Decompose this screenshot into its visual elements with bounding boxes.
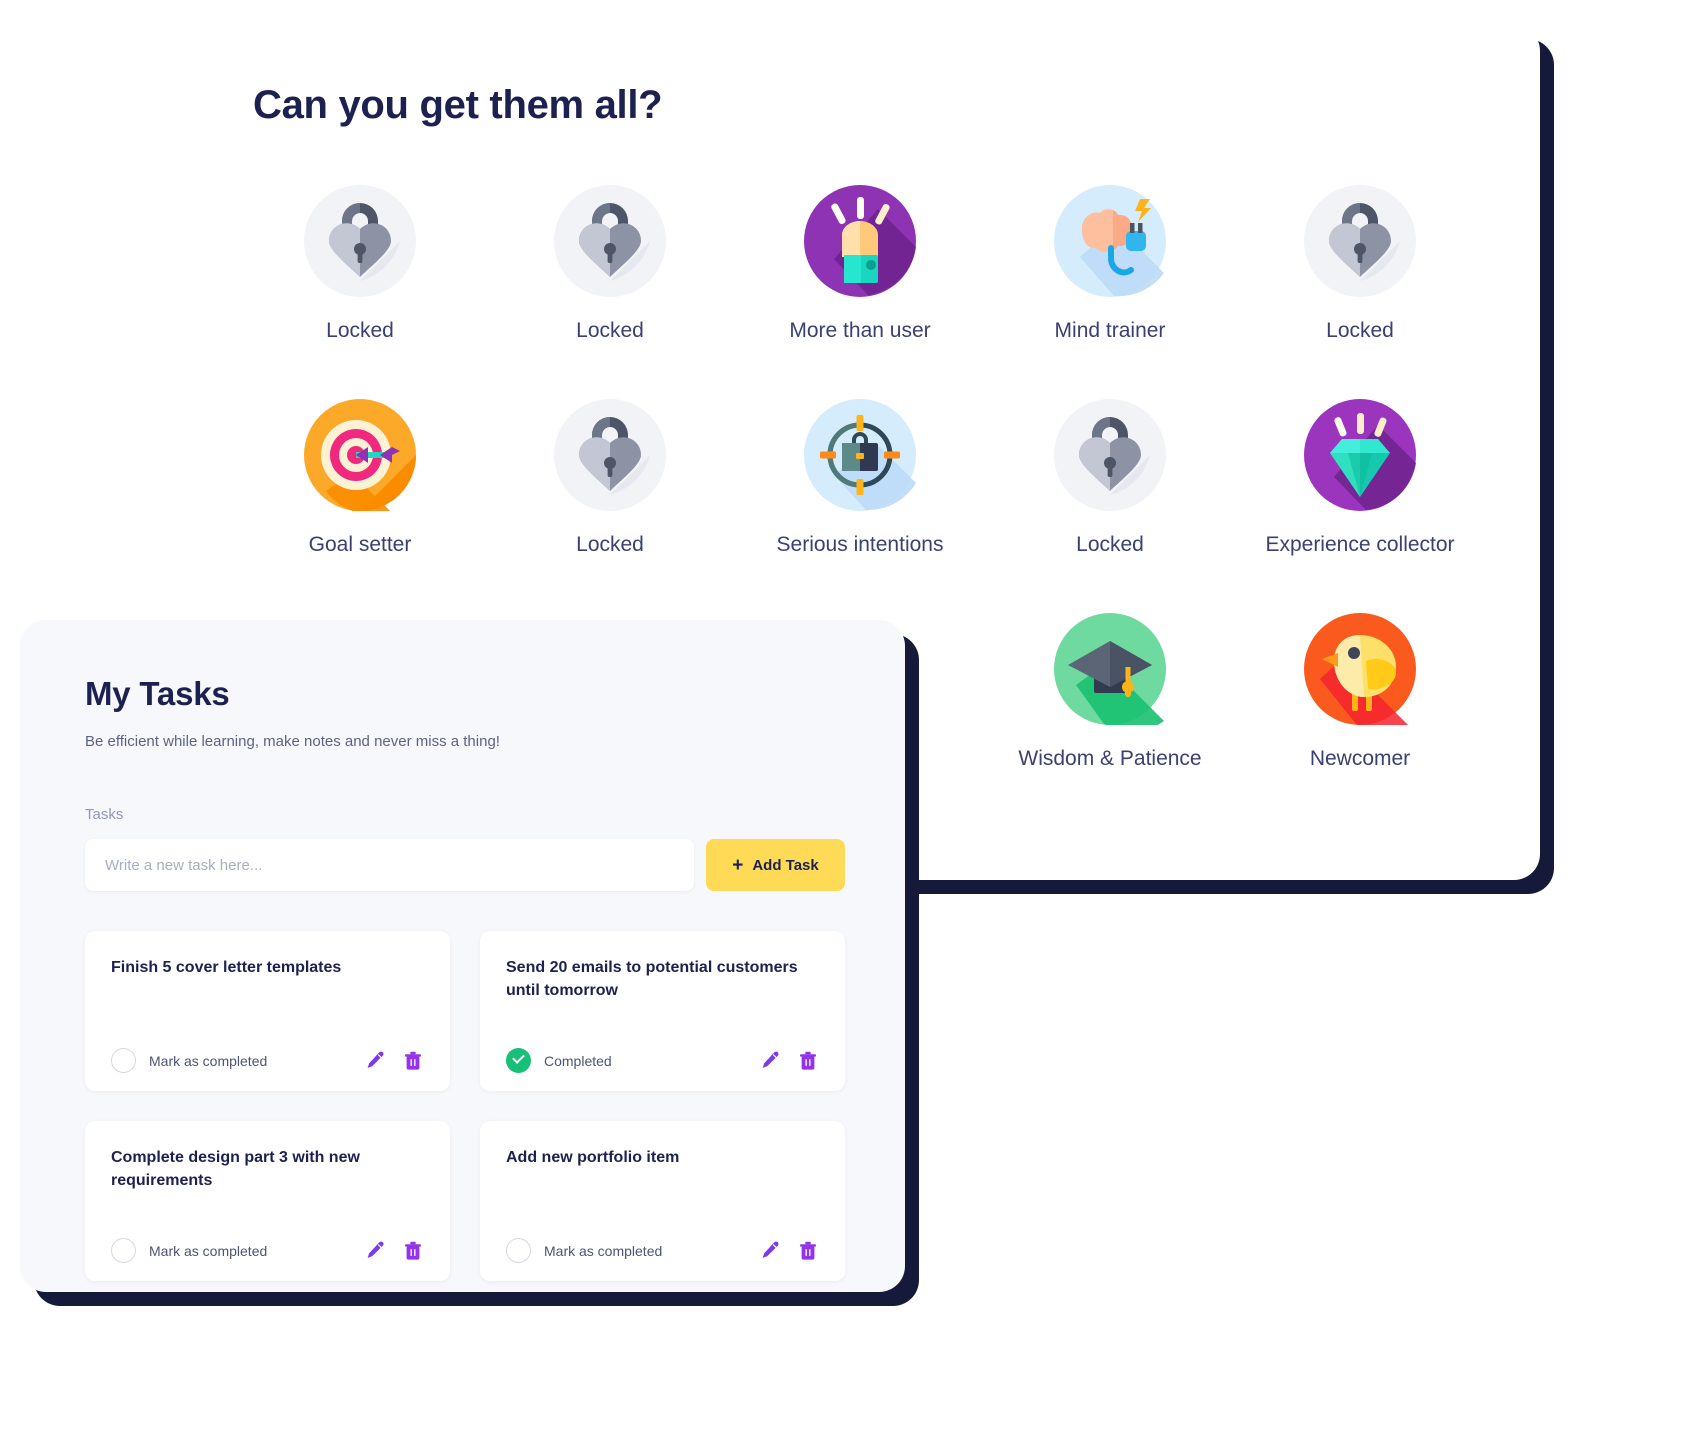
my-tasks-panel: My Tasks Be efficient while learning, ma…	[20, 620, 905, 1292]
edit-task-button[interactable]	[364, 1050, 386, 1072]
badge-cell[interactable]: Locked	[485, 185, 735, 343]
task-footer: Mark as completed	[111, 1048, 424, 1073]
badge-cell[interactable]: More than user	[735, 185, 985, 343]
edit-icon-svg	[762, 1241, 779, 1258]
locked-padlock-icon	[1054, 399, 1166, 511]
task-footer: Mark as completed	[111, 1238, 424, 1263]
badge-label: Newcomer	[1309, 747, 1411, 770]
badge-label: Locked	[1076, 533, 1144, 556]
edit-icon-svg	[762, 1051, 779, 1068]
delete-icon-svg	[800, 1051, 816, 1070]
task-footer: Completed	[506, 1048, 819, 1073]
add-task-row: + Add Task	[85, 839, 845, 891]
badge-cell[interactable]: Newcomer	[1235, 613, 1485, 771]
brain-plug-icon	[1054, 185, 1166, 297]
badge-cell[interactable]: Mind trainer	[985, 185, 1235, 343]
badge-label: More than user	[789, 319, 931, 342]
edit-icon-svg	[367, 1241, 384, 1258]
new-task-input[interactable]	[85, 839, 694, 891]
task-status-label: Mark as completed	[544, 1242, 663, 1259]
task-card: Finish 5 cover letter templates Mark as c…	[85, 931, 450, 1091]
badge-label: Experience collector	[1265, 533, 1455, 556]
tasks-field-label: Tasks	[85, 806, 124, 823]
diamond-icon	[1304, 399, 1416, 511]
locked-padlock-icon	[304, 185, 416, 297]
badge-cell[interactable]: Locked	[235, 185, 485, 343]
badge-label: Locked	[576, 319, 644, 342]
task-actions	[364, 1240, 424, 1262]
raised-fist-icon	[804, 185, 916, 297]
task-checkbox[interactable]	[506, 1238, 531, 1263]
badge-cell[interactable]: Goal setter	[235, 399, 485, 557]
delete-task-button[interactable]	[797, 1050, 819, 1072]
delete-icon-svg	[405, 1051, 421, 1070]
badge-cell[interactable]: Locked	[1235, 185, 1485, 343]
task-text: Send 20 emails to potential customers un…	[506, 959, 798, 999]
task-status-label: Completed	[544, 1052, 612, 1069]
locked-padlock-icon	[554, 185, 666, 297]
badge-cell[interactable]: Wisdom & Patience	[985, 613, 1235, 771]
edit-task-button[interactable]	[759, 1050, 781, 1072]
badge-label: Locked	[326, 319, 394, 342]
task-actions	[364, 1050, 424, 1072]
task-status-label: Mark as completed	[149, 1242, 268, 1259]
locked-padlock-icon	[1304, 185, 1416, 297]
plus-icon: +	[732, 854, 744, 876]
target-arrow-icon	[304, 399, 416, 511]
badge-label: Locked	[1326, 319, 1394, 342]
tasks-title: My Tasks	[85, 675, 230, 712]
task-checkbox[interactable]	[111, 1048, 136, 1073]
screen: Can you get them all? Locked Locked More…	[0, 0, 1698, 1438]
locked-padlock-icon	[554, 399, 666, 511]
task-card: Complete design part 3 with new requirem…	[85, 1121, 450, 1281]
task-text: Complete design part 3 with new requirem…	[111, 1149, 360, 1189]
task-actions	[759, 1050, 819, 1072]
badge-label: Goal setter	[308, 533, 412, 556]
task-checkbox-checked[interactable]	[506, 1048, 531, 1073]
tasks-subtitle: Be efficient while learning, make notes …	[85, 733, 500, 750]
add-task-button[interactable]: + Add Task	[706, 839, 845, 891]
task-text: Add new portfolio item	[506, 1149, 680, 1166]
badge-label: Serious intentions	[776, 533, 944, 556]
chick-bird-icon	[1304, 613, 1416, 725]
task-card: Send 20 emails to potential customers un…	[480, 931, 845, 1091]
badge-cell[interactable]: Experience collector	[1235, 399, 1485, 557]
delete-icon-svg	[800, 1241, 816, 1260]
badge-cell[interactable]: Locked	[485, 399, 735, 557]
edit-task-button[interactable]	[364, 1240, 386, 1262]
task-card: Add new portfolio item Mark as completed	[480, 1121, 845, 1281]
page-title: Can you get them all?	[253, 83, 663, 127]
task-footer: Mark as completed	[506, 1238, 819, 1263]
badge-label: Locked	[576, 533, 644, 556]
delete-icon-svg	[405, 1241, 421, 1260]
delete-task-button[interactable]	[402, 1050, 424, 1072]
task-text: Finish 5 cover letter templates	[111, 959, 342, 976]
task-checkbox[interactable]	[111, 1238, 136, 1263]
add-task-label: Add Task	[752, 856, 819, 874]
delete-task-button[interactable]	[797, 1240, 819, 1262]
edit-icon-svg	[367, 1051, 384, 1068]
badge-cell[interactable]: Locked	[985, 399, 1235, 557]
badge-cell[interactable]: Serious intentions	[735, 399, 985, 557]
delete-task-button[interactable]	[402, 1240, 424, 1262]
briefcase-crosshair-icon	[804, 399, 916, 511]
badge-label: Wisdom & Patience	[1018, 747, 1202, 770]
task-list: Finish 5 cover letter templates Mark as c…	[85, 931, 845, 1281]
graduation-cap-icon	[1054, 613, 1166, 725]
edit-task-button[interactable]	[759, 1240, 781, 1262]
badge-label: Mind trainer	[1054, 319, 1166, 342]
task-status-label: Mark as completed	[149, 1052, 268, 1069]
task-actions	[759, 1240, 819, 1262]
